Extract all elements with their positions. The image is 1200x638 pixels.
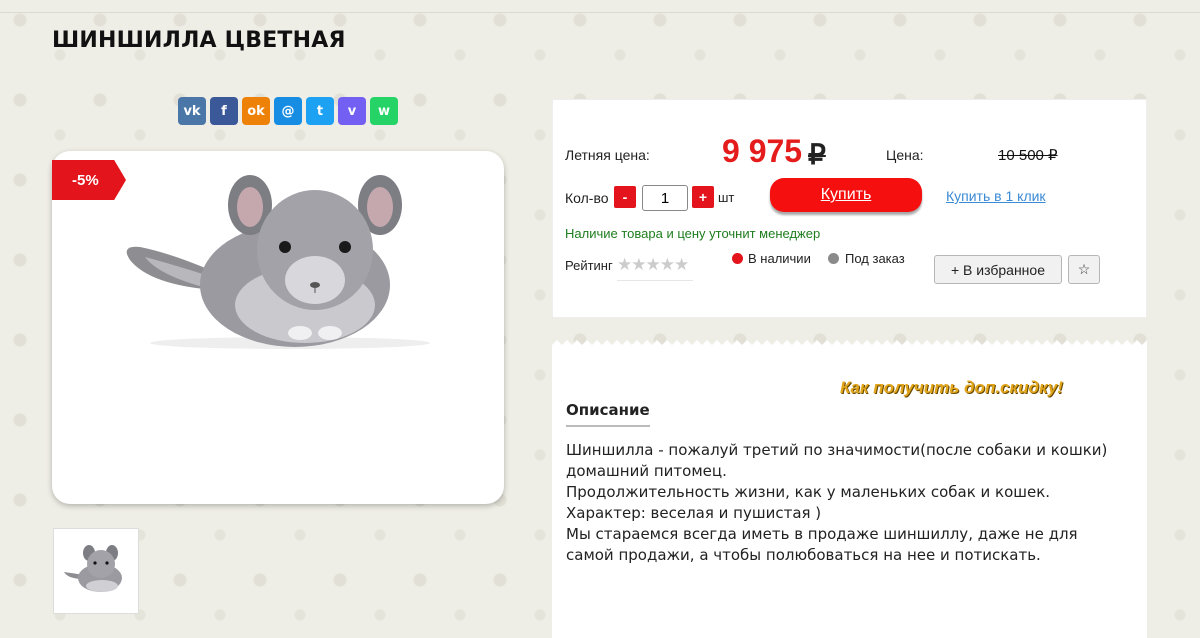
summer-price-label: Летняя цена: — [565, 147, 650, 163]
page-title: ШИНШИЛЛА ЦВЕТНАЯ — [52, 28, 346, 53]
buy-button[interactable]: Купить — [770, 178, 922, 212]
quantity-unit: шт — [718, 190, 735, 205]
in-stock-legend: В наличии — [748, 251, 811, 266]
share-bar: vk f ok @ t v w — [178, 97, 398, 125]
regular-price-label: Цена: — [886, 147, 924, 163]
quantity-input[interactable] — [642, 185, 688, 211]
description-line: Характер: веселая и пушистая ) — [566, 504, 822, 522]
product-image[interactable] — [120, 165, 440, 355]
ruble-icon: ₽ — [808, 139, 826, 170]
description-line: Шиншилла - пожалуй третий по значимости(… — [566, 441, 1108, 480]
whatsapp-icon[interactable]: w — [370, 97, 398, 125]
quantity-label: Кол-во — [565, 190, 609, 206]
tab-description[interactable]: Описание — [566, 401, 650, 427]
extra-discount-link[interactable]: Как получить доп.скидку! — [840, 378, 1063, 398]
quantity-plus-button[interactable]: + — [692, 186, 714, 208]
discount-badge: -5% — [52, 160, 126, 200]
viber-icon[interactable]: v — [338, 97, 366, 125]
quantity-minus-button[interactable]: - — [614, 186, 636, 208]
thumbnail-image — [64, 545, 122, 592]
twitter-icon[interactable]: t — [306, 97, 334, 125]
vk-icon[interactable]: vk — [178, 97, 206, 125]
description-text: Шиншилла - пожалуй третий по значимости(… — [566, 440, 1126, 566]
description-line: Мы стараемся всегда иметь в продаже шинш… — [566, 525, 1078, 564]
in-stock-dot-icon — [732, 253, 743, 264]
add-to-favorites-button[interactable]: + В избранное — [934, 255, 1062, 284]
top-divider — [0, 12, 1200, 13]
moimir-icon[interactable]: @ — [274, 97, 302, 125]
on-order-legend: Под заказ — [845, 251, 905, 266]
rating-label: Рейтинг — [565, 258, 613, 273]
odnoklassniki-icon[interactable]: ok — [242, 97, 270, 125]
buy-one-click-link[interactable]: Купить в 1 клик — [946, 188, 1046, 204]
old-price-value: 10 500 ₽ — [998, 147, 1058, 164]
availability-note: Наличие товара и цену уточнит менеджер — [565, 226, 821, 241]
star-icon[interactable]: ☆ — [1068, 255, 1100, 284]
rating-divider — [617, 280, 693, 281]
on-order-dot-icon — [828, 253, 839, 264]
product-thumbnail[interactable] — [53, 528, 139, 614]
facebook-icon[interactable]: f — [210, 97, 238, 125]
rating-stars[interactable]: ★★★★★ — [617, 255, 689, 275]
description-line: Продолжительность жизни, как у маленьких… — [566, 483, 1051, 501]
summer-price-value: 9 975 — [722, 133, 803, 169]
